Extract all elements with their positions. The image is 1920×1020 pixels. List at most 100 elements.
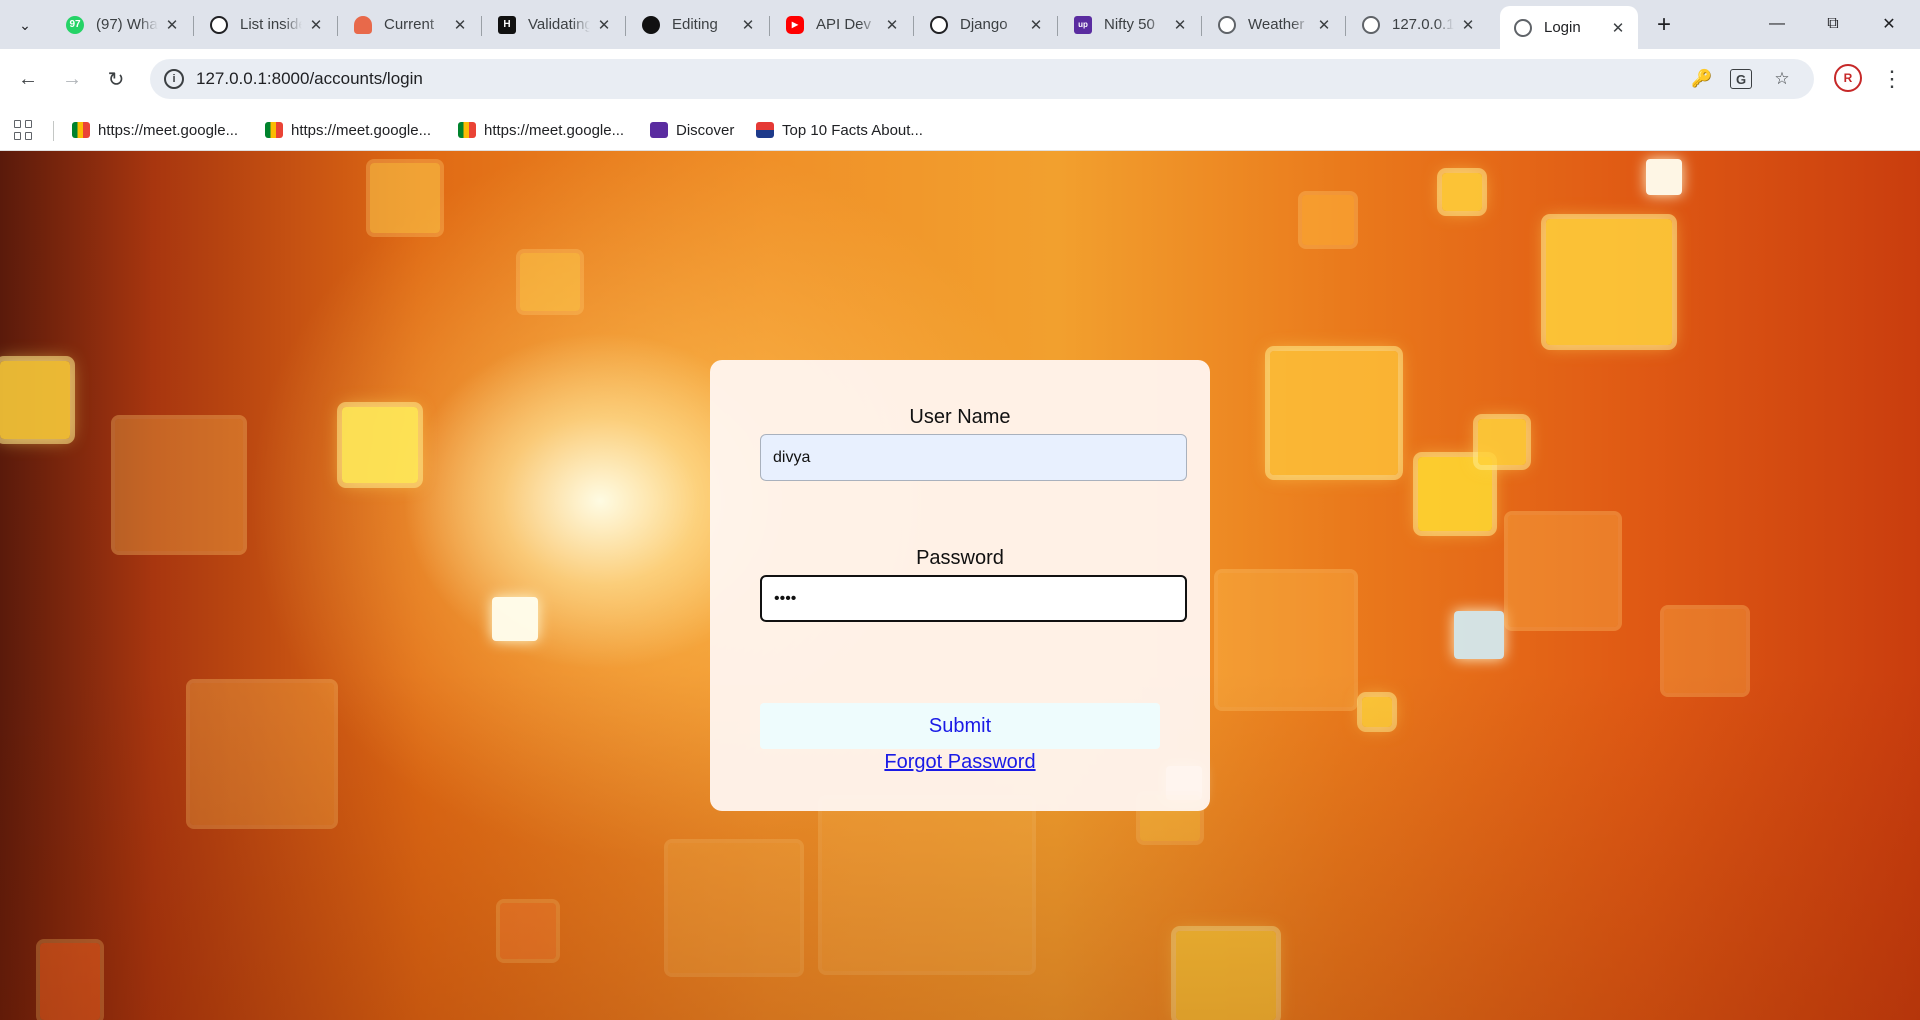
submit-button[interactable]: Submit <box>760 703 1160 749</box>
bookmark-label: Top 10 Facts About... <box>782 121 923 139</box>
new-tab-plus-icon[interactable]: + <box>1650 11 1678 38</box>
flag-icon <box>756 122 774 138</box>
hat-icon <box>354 15 372 34</box>
tab-current[interactable]: Current ✕ <box>340 6 480 43</box>
globe-icon <box>1218 15 1236 34</box>
close-icon[interactable]: ✕ <box>450 15 470 35</box>
close-icon[interactable]: ✕ <box>1170 15 1190 35</box>
tab-title: API Dev <box>816 16 872 33</box>
decor-square <box>1478 419 1526 465</box>
tab-api-dev[interactable]: ▶ API Dev ✕ <box>772 6 912 43</box>
tab-title: Validating <box>528 16 590 33</box>
close-icon[interactable]: ✕ <box>162 15 182 35</box>
bookmark-top-10-facts[interactable]: Top 10 Facts About... <box>756 119 923 141</box>
bookmark-meet-3[interactable]: https://meet.google... <box>458 119 624 141</box>
decor-square <box>1442 173 1482 211</box>
github-icon <box>642 15 660 34</box>
tab-login[interactable]: Login ✕ <box>1500 6 1638 49</box>
tab-nifty-50[interactable]: up Nifty 50 ✕ <box>1060 6 1200 43</box>
apps-grid-icon[interactable] <box>14 120 34 140</box>
decor-square <box>342 407 418 483</box>
reload-icon[interactable]: ↻ <box>100 63 132 95</box>
tab-localhost[interactable]: 127.0.0.1 ✕ <box>1348 6 1488 43</box>
tab-title: Current <box>384 16 435 33</box>
decor-square <box>370 163 440 233</box>
decor-square <box>190 683 334 825</box>
tab-title: List inside <box>240 16 302 33</box>
menu-dots-icon[interactable]: ⋮ <box>1878 63 1906 95</box>
decor-square <box>0 361 70 439</box>
decor-square <box>668 843 800 973</box>
decor-square <box>1646 159 1682 195</box>
tab-list-inside[interactable]: List inside ✕ <box>196 6 336 43</box>
youtube-icon: ▶ <box>786 15 804 34</box>
password-input[interactable] <box>760 575 1187 622</box>
browser-toolbar: ← → ↻ i 127.0.0.1:8000/accounts/login 🔑 … <box>0 49 1920 109</box>
globe-icon <box>1362 15 1380 34</box>
tab-search-chevron-icon[interactable]: ⌄ <box>10 12 40 38</box>
window-close-icon[interactable]: ✕ <box>1866 8 1912 40</box>
close-icon[interactable]: ✕ <box>594 15 614 35</box>
google-meet-icon <box>458 122 476 138</box>
username-label: User Name <box>909 406 1011 428</box>
tab-title: (97) WhatsApp <box>96 16 158 33</box>
tab-title: Editing <box>672 16 718 33</box>
decor-square <box>1418 457 1492 531</box>
tab-whatsapp[interactable]: 97 (97) WhatsApp ✕ <box>52 6 192 43</box>
tab-validating[interactable]: H Validating ✕ <box>484 6 624 43</box>
openai-icon <box>930 15 948 34</box>
login-card: User Name Password Submit Forgot Passwor… <box>710 360 1210 811</box>
tab-strip: ⌄ 97 (97) WhatsApp ✕ List inside ✕ Curre… <box>0 0 1920 49</box>
decor-square <box>1302 195 1354 245</box>
bookmark-label: https://meet.google... <box>484 121 625 139</box>
google-meet-icon <box>265 122 283 138</box>
tab-editing[interactable]: Editing ✕ <box>628 6 768 43</box>
tab-title: Weather <box>1248 16 1305 33</box>
address-bar[interactable]: i 127.0.0.1:8000/accounts/login 🔑 G ☆ <box>150 59 1814 99</box>
forward-arrow-icon[interactable]: → <box>56 63 88 95</box>
upstox-icon <box>650 122 668 138</box>
username-input[interactable] <box>760 434 1187 481</box>
tab-weather[interactable]: Weather ✕ <box>1204 6 1344 43</box>
close-icon[interactable]: ✕ <box>1458 15 1478 35</box>
google-meet-icon <box>72 122 90 138</box>
profile-avatar[interactable]: R <box>1834 64 1862 92</box>
close-icon[interactable]: ✕ <box>1608 18 1628 38</box>
decor-square <box>1454 611 1504 659</box>
restore-icon[interactable]: ⧉ <box>1810 8 1856 40</box>
close-icon[interactable]: ✕ <box>306 15 326 35</box>
address-url[interactable]: 127.0.0.1:8000/accounts/login <box>196 69 423 89</box>
decor-square <box>1362 697 1392 727</box>
site-info-icon[interactable]: i <box>164 69 184 89</box>
decor-square <box>115 419 243 551</box>
minimize-icon[interactable]: — <box>1754 8 1800 40</box>
decor-square <box>1546 219 1672 345</box>
close-icon[interactable]: ✕ <box>1314 15 1334 35</box>
page-background: User Name Password Submit Forgot Passwor… <box>0 151 1920 1020</box>
tab-title: Login <box>1544 19 1581 36</box>
bookmarks-bar: https://meet.google... https://meet.goog… <box>0 109 1920 151</box>
hashnode-icon: H <box>498 15 516 34</box>
bookmark-discover[interactable]: Discover <box>650 119 734 141</box>
close-icon[interactable]: ✕ <box>1026 15 1046 35</box>
whatsapp-icon: 97 <box>66 15 84 34</box>
globe-icon <box>1514 18 1532 37</box>
tab-django[interactable]: Django ✕ <box>916 6 1056 43</box>
password-key-icon[interactable]: 🔑 <box>1690 69 1714 89</box>
decor-square <box>1664 609 1746 693</box>
bookmark-meet-2[interactable]: https://meet.google... <box>265 119 431 141</box>
decor-square <box>500 903 556 959</box>
translate-icon[interactable]: G <box>1730 69 1752 89</box>
bookmark-label: Discover <box>676 121 735 139</box>
decor-square <box>492 597 538 641</box>
bookmark-meet-1[interactable]: https://meet.google... <box>72 119 238 141</box>
tab-title: Django <box>960 16 1008 33</box>
close-icon[interactable]: ✕ <box>738 15 758 35</box>
decor-square <box>1270 351 1398 475</box>
back-arrow-icon[interactable]: ← <box>12 63 44 95</box>
decor-square <box>40 943 100 1020</box>
close-icon[interactable]: ✕ <box>882 15 902 35</box>
bookmark-star-icon[interactable]: ☆ <box>1770 69 1794 89</box>
forgot-password-link[interactable]: Forgot Password <box>710 751 1210 774</box>
password-label: Password <box>916 547 1004 569</box>
